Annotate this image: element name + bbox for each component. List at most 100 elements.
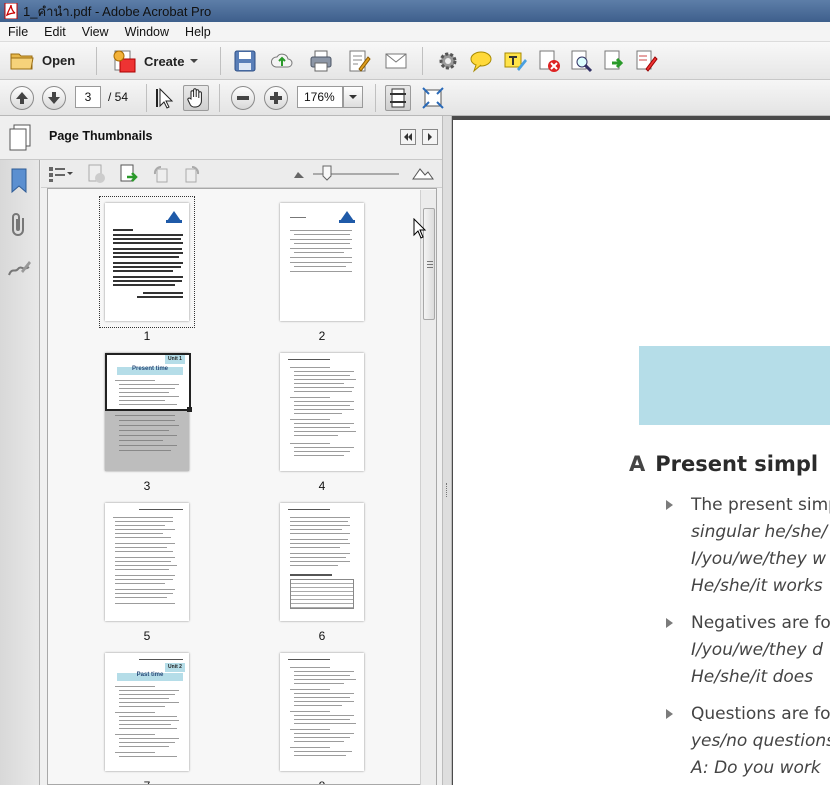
panel-title: Page Thumbnails	[49, 129, 153, 143]
thumbnail-page-1[interactable]	[105, 203, 189, 321]
section-heading: A Present simpl	[629, 452, 818, 476]
menu-view[interactable]: View	[74, 25, 117, 39]
navigation-rail	[0, 116, 40, 785]
sign-document-icon[interactable]	[634, 49, 658, 73]
open-label: Open	[42, 52, 76, 68]
gear-icon[interactable]	[436, 49, 460, 73]
paperclip-icon[interactable]	[9, 212, 29, 238]
thumbnail-page-7[interactable]: Unit 2 Past time	[105, 653, 189, 771]
minus-icon	[237, 96, 249, 100]
options-menu-icon[interactable]	[48, 165, 74, 183]
thumbnail-page-5[interactable]	[105, 503, 189, 621]
doc-line: A: Do you work	[691, 758, 821, 778]
thumbnail-page-2[interactable]	[280, 203, 364, 321]
fit-page-button[interactable]	[385, 85, 411, 111]
title-bar: 1_คำนำ.pdf - Adobe Acrobat Pro	[0, 0, 830, 22]
thumbnail-unit-badge: Unit 2	[165, 663, 185, 672]
thumbnail-large-icon	[412, 168, 434, 180]
doc-line: singular he/she/	[691, 522, 828, 542]
navigation-toolbar: 3 / 54 176%	[0, 80, 830, 116]
doc-line: Questions are for	[691, 704, 830, 724]
menu-bar: File Edit View Window Help	[0, 22, 830, 42]
highlight-text-icon[interactable]	[503, 49, 527, 73]
document-view[interactable]: A Present simpl The present simp singular…	[452, 116, 830, 785]
cloud-upload-icon[interactable]	[270, 49, 294, 73]
menu-window[interactable]: Window	[117, 25, 177, 39]
panel-splitter[interactable]	[442, 116, 452, 785]
thumbnails-toolbar	[41, 160, 442, 188]
doc-line: He/she/it does	[691, 667, 814, 687]
bullet-icon	[666, 709, 673, 719]
thumbnail-page-8[interactable]	[280, 653, 364, 771]
open-button[interactable]: Open	[10, 49, 75, 71]
thumbnail-heading: Past time	[136, 672, 164, 678]
chevron-down-icon	[349, 95, 357, 99]
publisher-logo-icon	[339, 211, 355, 223]
bookmark-icon[interactable]	[10, 168, 28, 194]
page-thumbnails-icon[interactable]	[8, 124, 32, 152]
comment-icon[interactable]	[469, 49, 493, 73]
email-icon[interactable]	[384, 49, 408, 73]
next-page-button[interactable]	[42, 86, 66, 110]
hand-icon	[187, 88, 202, 108]
thumbnail-label: 6	[318, 629, 326, 643]
zoom-dropdown-button[interactable]	[343, 86, 363, 108]
full-screen-icon[interactable]	[421, 86, 445, 110]
zoom-level-input[interactable]: 176%	[297, 86, 343, 108]
page-number-input[interactable]: 3	[75, 86, 101, 108]
panel-arrow-right-icon[interactable]	[422, 129, 438, 145]
bullet-icon	[666, 618, 673, 628]
edit-document-icon[interactable]	[347, 49, 371, 73]
thumbnail-label: 7	[137, 779, 157, 784]
thumbnails-scrollbar[interactable]	[420, 190, 436, 785]
select-arrow-icon[interactable]	[155, 87, 177, 109]
menu-help[interactable]: Help	[177, 25, 219, 39]
toolbar-separator	[219, 84, 220, 112]
thumbnail-page-4[interactable]	[280, 353, 364, 471]
rotate-left-icon[interactable]	[151, 164, 171, 184]
section-letter: A	[629, 452, 646, 476]
pdf-file-icon	[4, 2, 18, 20]
print-icon[interactable]	[309, 49, 333, 73]
fit-page-icon	[390, 88, 406, 108]
search-document-icon[interactable]	[569, 49, 593, 73]
toolbar-separator	[422, 47, 423, 75]
insert-page-icon[interactable]	[119, 164, 139, 184]
thumbnails-panel-header: Page Thumbnails	[0, 116, 442, 160]
arrow-down-icon	[48, 92, 60, 104]
mouse-cursor-icon	[413, 218, 427, 239]
toolbar-separator	[96, 47, 97, 75]
folder-icon	[10, 53, 34, 70]
doc-line: Negatives are for	[691, 613, 830, 633]
zoom-in-button[interactable]	[264, 86, 288, 110]
view-resize-handle[interactable]	[187, 407, 192, 412]
thumbnail-table	[290, 579, 354, 609]
thumbnails-list: 1 2 Present time Unit 1 3 4 5 6 Unit 2 P…	[47, 188, 437, 785]
delete-pages-icon[interactable]	[87, 164, 107, 184]
menu-edit[interactable]: Edit	[36, 25, 74, 39]
toolbar-separator	[220, 47, 221, 75]
document-page: A Present simpl The present simp singular…	[453, 120, 830, 785]
export-icon[interactable]	[602, 49, 626, 73]
bullet-icon	[666, 500, 673, 510]
slider-handle[interactable]	[322, 165, 332, 181]
collapse-panel-icon[interactable]	[400, 129, 416, 145]
hand-tool-button[interactable]	[183, 85, 209, 111]
zoom-out-button[interactable]	[231, 86, 255, 110]
doc-line: yes/no questions	[691, 731, 830, 751]
unit-header-band	[639, 346, 830, 425]
toolbar-separator	[146, 84, 147, 112]
thumbnail-page-6[interactable]	[280, 503, 364, 621]
page-total: / 54	[108, 90, 129, 104]
previous-page-button[interactable]	[10, 86, 34, 110]
menu-file[interactable]: File	[0, 25, 36, 39]
rotate-right-icon[interactable]	[182, 164, 202, 184]
create-button[interactable]: Create	[112, 49, 199, 73]
save-icon[interactable]	[233, 49, 257, 73]
delete-page-icon[interactable]	[537, 49, 561, 73]
signature-icon[interactable]	[7, 257, 31, 279]
create-label: Create	[144, 53, 185, 69]
current-view-rectangle[interactable]	[105, 353, 191, 411]
doc-line: I/you/we/they d	[691, 640, 823, 660]
doc-line: The present simp	[691, 495, 830, 515]
